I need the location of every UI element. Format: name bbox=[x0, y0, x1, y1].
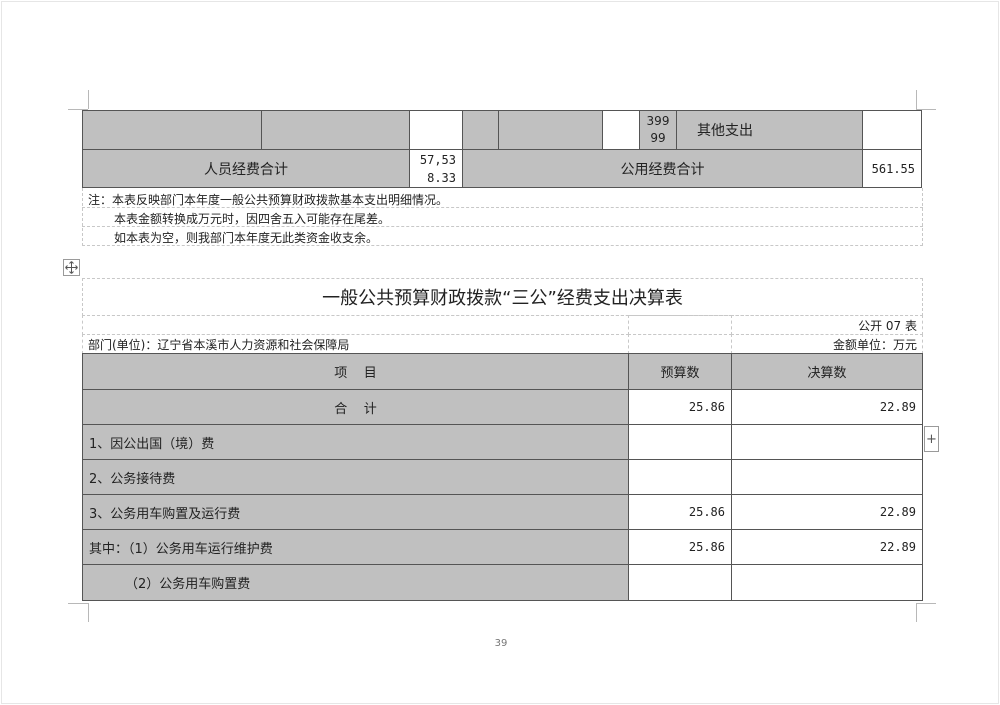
top-table-cell bbox=[498, 110, 603, 150]
table-row-label: 其中：（1）公务用车运行维护费 bbox=[82, 529, 629, 565]
header-budget: 预算数 bbox=[628, 353, 732, 390]
department-row-cell bbox=[628, 334, 732, 354]
note-line-3: 如本表为空，则我部门本年度无此类资金收支余。 bbox=[114, 231, 379, 245]
table-row-label: （2）公务用车购置费 bbox=[82, 564, 629, 601]
expense-code-line2: 99 bbox=[650, 131, 666, 145]
header-actual-label: 决算数 bbox=[807, 366, 847, 381]
table-row-actual: 22.89 bbox=[731, 494, 923, 530]
top-table-cell bbox=[462, 110, 499, 150]
public-total-value-cell: 561.55 bbox=[862, 149, 922, 188]
vehicle-budget: 25.86 bbox=[688, 505, 725, 519]
vehicle-label: 3、公务用车购置及运行费 bbox=[89, 506, 241, 522]
department-label: 部门(单位)：辽宁省本溪市人力资源和社会保障局 bbox=[88, 337, 350, 352]
top-table-cell bbox=[602, 110, 640, 150]
table-row-budget: 25.86 bbox=[628, 494, 732, 530]
note-line-1: 注：本表反映部门本年度一般公共预算财政拨款基本支出明细情况。 bbox=[88, 193, 449, 207]
table-row-label: 3、公务用车购置及运行费 bbox=[82, 494, 629, 530]
code-row-cell bbox=[628, 315, 732, 335]
overseas-trip-label: 1、因公出国（境）费 bbox=[89, 436, 215, 452]
public-total-label: 公用经费合计 bbox=[620, 161, 705, 178]
crop-mark bbox=[916, 90, 917, 109]
expense-code-cell: 399 99 bbox=[639, 110, 677, 150]
vehicle-operation-budget: 25.86 bbox=[688, 540, 725, 554]
note-line-2: 本表金额转换成万元时，因四舍五入可能存在尾差。 bbox=[114, 212, 391, 226]
vehicle-purchase-label: （2）公务用车购置费 bbox=[125, 577, 251, 592]
table-row-actual bbox=[731, 459, 923, 495]
personnel-total-label-cell: 人员经费合计 bbox=[82, 149, 410, 188]
table-row-budget: 25.86 bbox=[628, 529, 732, 565]
personnel-total-value-line2: 8.33 bbox=[427, 170, 456, 185]
document-page: 399 99 其他支出 人员经费合计 57,53 8.33 公用经费合计 561… bbox=[1, 1, 999, 704]
table-row-actual: 22.89 bbox=[731, 389, 923, 425]
crop-mark bbox=[916, 603, 917, 622]
personnel-total-value-cell: 57,53 8.33 bbox=[409, 149, 463, 188]
crop-mark bbox=[916, 603, 936, 604]
table-row-actual: 22.89 bbox=[731, 529, 923, 565]
vehicle-actual: 22.89 bbox=[879, 505, 916, 519]
personnel-total-label: 人员经费合计 bbox=[204, 161, 288, 178]
crop-mark bbox=[68, 603, 88, 604]
vehicle-operation-actual: 22.89 bbox=[879, 540, 916, 554]
vehicle-operation-label: 其中：（1）公务用车运行维护费 bbox=[89, 541, 273, 557]
table-row-budget: 25.86 bbox=[628, 389, 732, 425]
amount-unit-label: 金额单位：万元 bbox=[832, 337, 917, 352]
table-row-actual bbox=[731, 564, 923, 601]
header-budget-label: 预算数 bbox=[660, 366, 700, 381]
table-row-label: 合 计 bbox=[82, 389, 629, 425]
table-row-label: 1、因公出国（境）费 bbox=[82, 424, 629, 460]
top-table-cell bbox=[409, 110, 463, 150]
crop-mark bbox=[88, 603, 89, 622]
other-expense-label: 其他支出 bbox=[697, 123, 753, 139]
table-row-actual bbox=[731, 424, 923, 460]
table-row-budget bbox=[628, 459, 732, 495]
plus-icon[interactable]: + bbox=[924, 426, 939, 452]
expense-code-line1: 399 bbox=[646, 114, 670, 128]
public-total-value: 561.55 bbox=[871, 161, 915, 176]
table-row-label: 2、公务接待费 bbox=[82, 459, 629, 495]
other-expense-label-cell: 其他支出 bbox=[676, 110, 863, 150]
table-row-budget bbox=[628, 424, 732, 460]
public-total-label-cell: 公用经费合计 bbox=[462, 149, 863, 188]
header-item-label: 项 目 bbox=[334, 366, 377, 381]
move-icon[interactable] bbox=[63, 259, 80, 276]
page-number: 39 bbox=[494, 638, 508, 649]
top-table-cell bbox=[862, 110, 922, 150]
personnel-total-value-line1: 57,53 bbox=[419, 152, 456, 167]
table-title: 一般公共预算财政拨款“三公”经费支出决算表 bbox=[322, 288, 683, 309]
total-actual-value: 22.89 bbox=[879, 400, 916, 414]
crop-mark bbox=[88, 90, 89, 109]
code-row-cell bbox=[82, 315, 629, 335]
header-actual: 决算数 bbox=[731, 353, 923, 390]
total-label: 合 计 bbox=[334, 401, 377, 417]
top-table-cell bbox=[82, 110, 262, 150]
header-item: 项 目 bbox=[82, 353, 629, 390]
top-table-cell bbox=[261, 110, 410, 150]
table-row-budget bbox=[628, 564, 732, 601]
reception-label: 2、公务接待费 bbox=[89, 471, 176, 487]
total-budget-value: 25.86 bbox=[688, 400, 725, 414]
table-code: 公开 07 表 bbox=[858, 318, 917, 333]
